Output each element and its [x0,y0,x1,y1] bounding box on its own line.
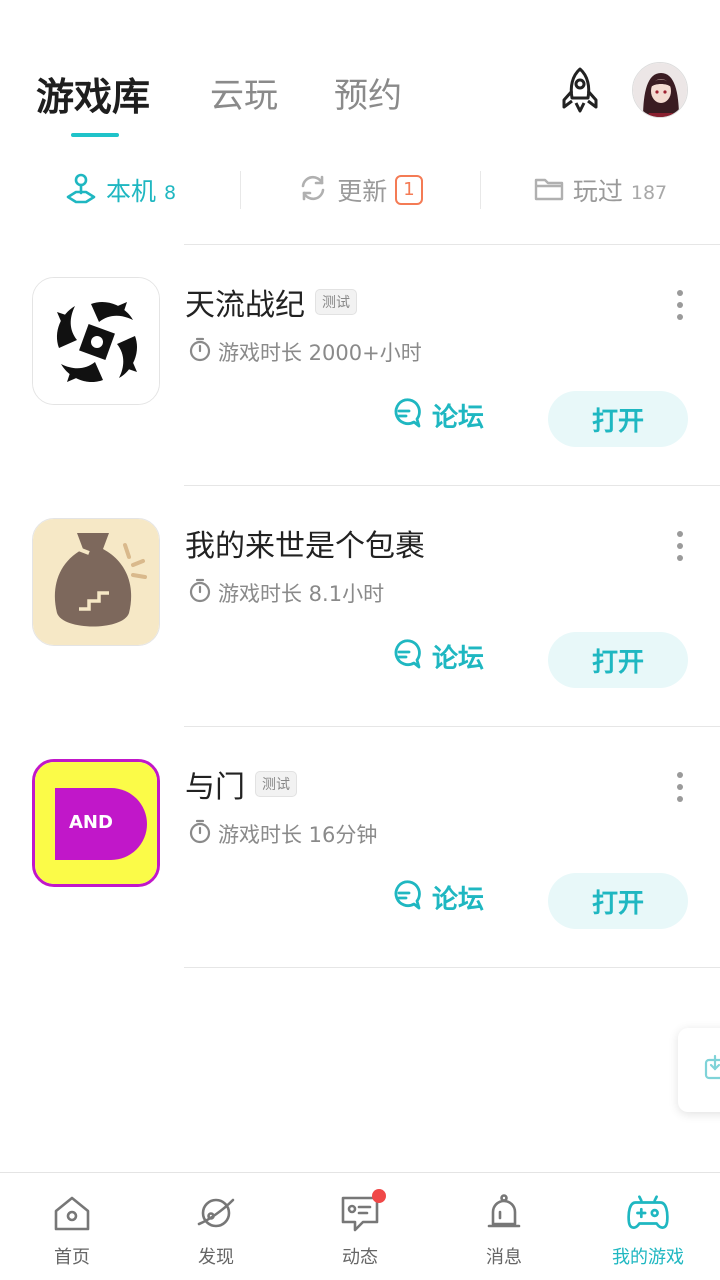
game-icon-and-gate[interactable]: AND [32,759,160,887]
subtab-local[interactable]: 本机 8 [0,165,240,215]
subtab-label: 玩过 [572,177,623,206]
tab-reservations[interactable]: 预约 [334,68,402,117]
nav-messages[interactable]: 消息 [432,1173,576,1280]
list-item: AND 与门 测试 游戏时长 16分钟 论坛 打开 [0,726,720,967]
divider [184,485,720,486]
game-name: 天流战纪 [185,288,305,323]
forum-chat-icon [388,878,422,916]
nav-label: 发现 [198,1247,234,1268]
more-options-icon[interactable] [670,772,690,802]
nav-label: 首页 [54,1247,90,1268]
divider [184,244,720,245]
floating-download-button[interactable] [678,1028,720,1112]
nav-my-games[interactable]: 我的游戏 [576,1173,720,1280]
game-name: 我的来世是个包裹 [185,529,425,564]
local-count: 8 [163,182,177,204]
playtime-text: 游戏时长 2000+小时 [218,340,422,365]
gamepad-icon [626,1191,670,1235]
home-icon [50,1191,94,1235]
subtab-label: 本机 [105,177,156,206]
playtime-text: 游戏时长 8.1小时 [218,581,385,606]
tab-cloud-play[interactable]: 云玩 [210,68,278,117]
game-icon-swirl[interactable] [32,277,160,405]
forum-button[interactable]: 论坛 [388,637,484,675]
test-tag: 测试 [255,771,297,797]
planet-icon [194,1191,238,1235]
subtab-played[interactable]: 玩过 187 [480,165,720,215]
more-options-icon[interactable] [670,290,690,320]
refresh-icon [297,172,329,208]
open-game-button[interactable]: 打开 [548,873,688,929]
stopwatch-icon [188,336,212,367]
and-logo-text: AND [69,812,113,833]
divider [184,726,720,727]
more-options-icon[interactable] [670,531,690,561]
nav-discover[interactable]: 发现 [144,1173,288,1280]
forum-button[interactable]: 论坛 [388,396,484,434]
forum-label: 论坛 [432,643,485,674]
game-title-row: 我的来世是个包裹 [185,521,425,565]
test-tag: 测试 [315,289,357,315]
subtab-label: 更新 [337,177,388,206]
list-item: 我的来世是个包裹 游戏时长 8.1小时 论坛 打开 [0,485,720,726]
game-name: 与门 [185,770,245,805]
chat-card-icon [338,1189,386,1235]
bottom-nav: 首页 发现 动态 消息 我的游戏 [0,1172,720,1280]
nav-feed[interactable]: 动态 [288,1173,432,1280]
folder-icon [533,172,565,208]
stopwatch-icon [188,818,212,849]
forum-label: 论坛 [432,884,485,915]
stopwatch-icon [188,577,212,608]
playtime-text: 游戏时长 16分钟 [218,822,378,847]
game-title-row: 与门 测试 [185,762,297,806]
header-actions [554,60,688,120]
playtime: 游戏时长 2000+小时 [188,336,422,367]
rocket-icon[interactable] [554,64,606,116]
game-icon-sack[interactable] [32,518,160,646]
list-item: 天流战纪 测试 游戏时长 2000+小时 论坛 打开 [0,244,720,485]
phone-stand-icon [64,171,98,209]
nav-home[interactable]: 首页 [0,1173,144,1280]
subtab-updates[interactable]: 更新 1 [240,165,480,215]
nav-label: 我的游戏 [612,1247,684,1268]
download-icon [704,1054,720,1086]
forum-chat-icon [388,637,422,675]
playtime: 游戏时长 16分钟 [188,818,377,849]
game-list: 天流战纪 测试 游戏时长 2000+小时 论坛 打开 我的来世是个包裹 游戏时长… [0,244,720,968]
bell-icon [482,1191,526,1235]
game-title-row: 天流战纪 测试 [185,280,357,324]
nav-label: 动态 [342,1247,378,1268]
notification-dot [372,1189,386,1203]
tab-game-library[interactable]: 游戏库 [36,66,150,121]
open-game-button[interactable]: 打开 [548,391,688,447]
playtime: 游戏时长 8.1小时 [188,577,384,608]
forum-button[interactable]: 论坛 [388,878,484,916]
active-tab-indicator [71,133,119,137]
nav-label: 消息 [486,1247,522,1268]
played-count: 187 [630,182,668,204]
divider [184,967,720,968]
open-game-button[interactable]: 打开 [548,632,688,688]
forum-chat-icon [388,396,422,434]
update-count-badge: 1 [395,175,423,205]
forum-label: 论坛 [432,402,485,433]
library-filter-tabs: 本机 8 更新 1 玩过 187 [0,165,720,215]
avatar[interactable] [632,62,688,118]
